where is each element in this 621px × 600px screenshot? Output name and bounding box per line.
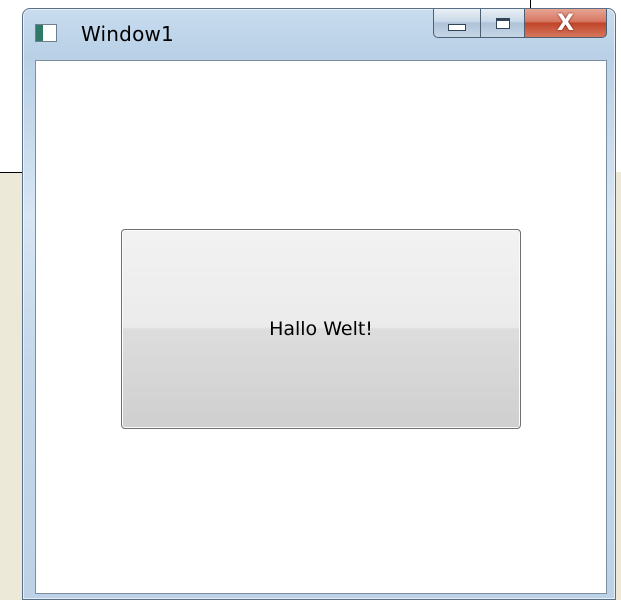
close-button[interactable]: X xyxy=(525,9,607,38)
caption-buttons: X xyxy=(433,9,607,39)
maximize-icon xyxy=(495,17,510,29)
hallo-welt-button[interactable]: Hallo Welt! xyxy=(121,229,521,429)
minimize-button[interactable] xyxy=(433,9,481,38)
button-label: Hallo Welt! xyxy=(269,318,373,340)
window: Window1 X Hallo Welt! xyxy=(22,8,616,600)
title-bar[interactable]: Window1 X xyxy=(23,9,615,59)
maximize-button[interactable] xyxy=(481,9,525,38)
window-title: Window1 xyxy=(81,22,174,46)
client-area: Hallo Welt! xyxy=(35,60,607,594)
minimize-icon xyxy=(448,23,466,31)
app-window-icon[interactable] xyxy=(35,24,57,42)
close-icon: X xyxy=(557,10,574,36)
